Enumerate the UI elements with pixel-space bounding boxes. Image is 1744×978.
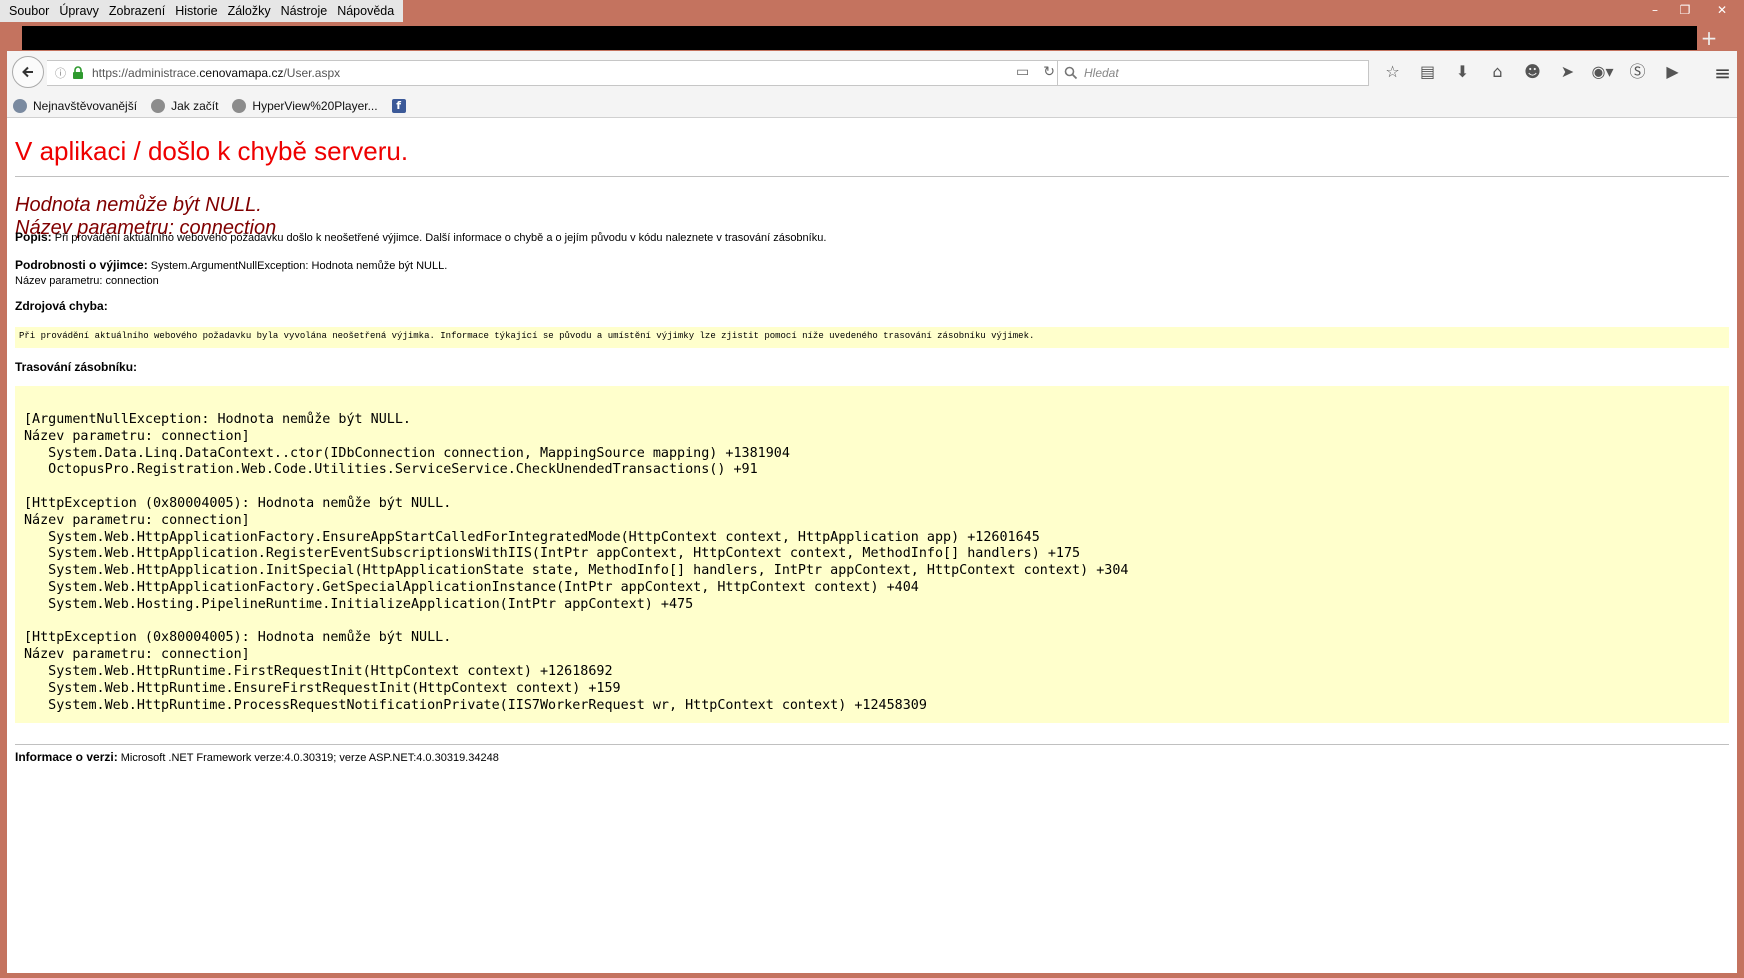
minimize-button[interactable]: – xyxy=(1640,0,1670,20)
exception-label: Podrobnosti o výjimce: xyxy=(15,258,148,272)
error-message: Hodnota nemůže být NULL. xyxy=(15,194,262,216)
divider xyxy=(15,176,1729,177)
nav-toolbar: ⓘ https://administrace.cenovamapa.cz/Use… xyxy=(7,51,1737,96)
browser-window: Soubor Úpravy Zobrazení Historie Záložky… xyxy=(0,0,1744,978)
toolbar-icons: ☆ ▤ ⬇ ⌂ ☻ ➤ ◉▾ Ⓢ ▶ xyxy=(1375,61,1690,83)
url-domain: cenovamapa.cz xyxy=(199,66,284,80)
url-path: /User.aspx xyxy=(283,66,341,80)
exception-text: System.ArgumentNullException: Hodnota ne… xyxy=(147,260,448,272)
version-info: Informace o verzi: Microsoft .NET Framew… xyxy=(15,750,499,766)
source-error-text: Při provádění aktuálního webového požada… xyxy=(19,331,1035,341)
globe-icon xyxy=(232,99,247,113)
stack-trace-label: Trasování zásobníku: xyxy=(15,360,138,374)
menu-item-zalozky[interactable]: Záložky xyxy=(223,1,276,21)
menu-item-soubor[interactable]: Soubor xyxy=(4,1,54,21)
stack-trace-text: [ArgumentNullException: Hodnota nemůže b… xyxy=(24,412,1129,713)
version-text: Microsoft .NET Framework verze:4.0.30319… xyxy=(117,752,499,764)
download-icon[interactable]: ⬇ xyxy=(1445,61,1480,83)
globe-icon xyxy=(151,99,166,113)
search-icon xyxy=(1064,66,1078,80)
most-visited-icon xyxy=(13,99,27,113)
bookmark-label: Nejnavštěvovanější xyxy=(33,99,138,113)
new-tab-button[interactable]: + xyxy=(1698,27,1720,49)
facebook-icon: f xyxy=(391,99,406,113)
search-box[interactable]: Hledat xyxy=(1057,60,1369,86)
info-icon[interactable]: ⓘ xyxy=(55,65,66,81)
bookmark-hyperview[interactable]: HyperView%20Player... xyxy=(226,99,378,113)
menu-item-historie[interactable]: Historie xyxy=(170,1,222,21)
description: Popis: Při provádění aktuálního webového… xyxy=(15,230,826,246)
hamburger-menu-icon[interactable]: ≡ xyxy=(1714,61,1731,85)
url-bar[interactable]: ⓘ https://administrace.cenovamapa.cz/Use… xyxy=(47,60,1062,86)
lock-icon[interactable] xyxy=(72,66,84,80)
close-button[interactable]: ✕ xyxy=(1700,0,1744,20)
bookmark-facebook[interactable]: f xyxy=(386,99,412,113)
bookmark-most-visited[interactable]: Nejnavštěvovanější xyxy=(7,99,137,113)
send-icon[interactable]: ➤ xyxy=(1550,61,1585,83)
page-content: V aplikaci / došlo k chybě serveru. Hodn… xyxy=(7,118,1737,973)
back-arrow-icon xyxy=(22,66,33,78)
library-icon[interactable]: ▤ xyxy=(1410,61,1445,83)
back-button[interactable] xyxy=(12,56,44,88)
page-title: V aplikaci / došlo k chybě serveru. xyxy=(15,136,409,166)
menu-bar: Soubor Úpravy Zobrazení Historie Záložky… xyxy=(0,0,404,22)
menu-item-nastroje[interactable]: Nástroje xyxy=(276,1,333,21)
bookmark-star-icon[interactable]: ☆ xyxy=(1375,61,1410,83)
stack-trace-box: [ArgumentNullException: Hodnota nemůže b… xyxy=(15,386,1729,723)
version-label: Informace o verzi: xyxy=(15,750,118,764)
home-icon[interactable]: ⌂ xyxy=(1480,61,1515,83)
description-text: Při provádění aktuálního webového požada… xyxy=(51,232,827,244)
reader-view-icon[interactable]: ▭ xyxy=(1016,64,1029,80)
maximize-button[interactable]: ❐ xyxy=(1670,0,1700,20)
youtube-icon[interactable]: ▶ xyxy=(1655,61,1690,83)
exception-parameter: Název parametru: connection xyxy=(15,275,159,287)
skype-icon[interactable]: Ⓢ xyxy=(1620,61,1655,83)
menu-item-napoveda[interactable]: Nápověda xyxy=(332,1,399,21)
search-placeholder: Hledat xyxy=(1084,66,1119,80)
url-text[interactable]: https://administrace.cenovamapa.cz/User.… xyxy=(92,66,340,80)
stack-trace-heading: Trasování zásobníku: xyxy=(15,360,137,376)
chat-icon[interactable]: ☻ xyxy=(1515,61,1550,83)
source-error-label: Zdrojová chyba: xyxy=(15,299,108,313)
source-error: Zdrojová chyba: xyxy=(15,299,108,315)
window-controls: – ❐ ✕ xyxy=(1640,0,1744,20)
url-prefix: https://administrace. xyxy=(92,66,200,80)
tab-strip[interactable] xyxy=(22,26,1697,50)
adblock-icon[interactable]: ◉▾ xyxy=(1585,61,1620,83)
bookmark-label: Jak začít xyxy=(171,99,219,113)
bookmarks-bar: Nejnavštěvovanější Jak začít HyperView%2… xyxy=(7,95,1737,118)
source-error-box: Při provádění aktuálního webového požada… xyxy=(15,327,1729,348)
description-label: Popis: xyxy=(15,230,52,244)
bookmark-label: HyperView%20Player... xyxy=(252,99,378,113)
menu-item-upravy[interactable]: Úpravy xyxy=(54,1,104,21)
reload-icon[interactable]: ↻ xyxy=(1043,64,1055,80)
bookmark-getting-started[interactable]: Jak začít xyxy=(145,99,218,113)
divider xyxy=(15,744,1729,745)
menu-item-zobrazeni[interactable]: Zobrazení xyxy=(104,1,170,21)
exception-details: Podrobnosti o výjimce: System.ArgumentNu… xyxy=(15,258,447,289)
